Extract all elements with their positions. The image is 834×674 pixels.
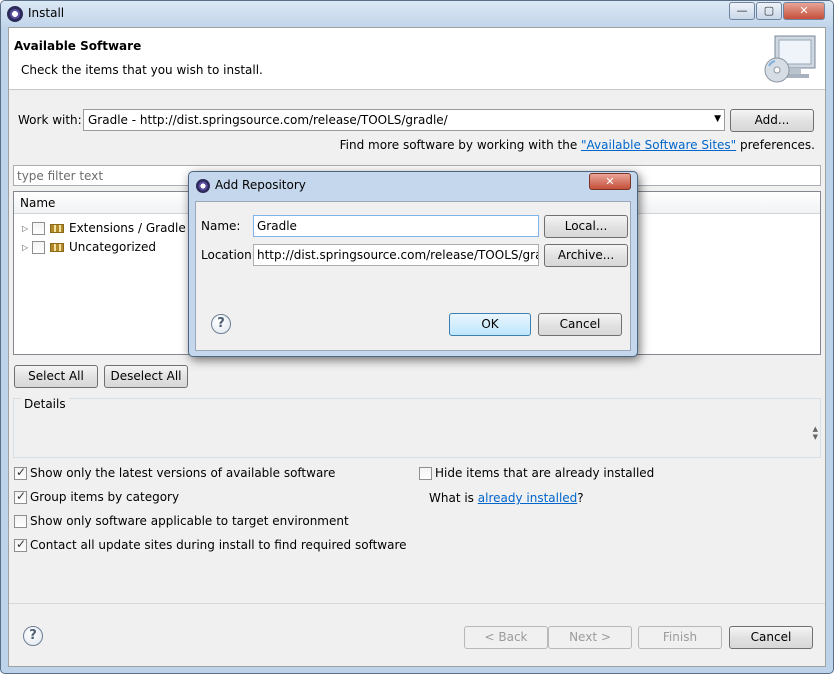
install-monitor-cd-icon [764,35,816,83]
column-name-header[interactable]: Name [20,196,55,210]
deselect-all-button[interactable]: Deselect All [104,365,188,388]
maximize-button[interactable]: ▢ [756,2,782,20]
group-by-category-checkbox[interactable] [14,489,27,504]
dialog-title: Add Repository [215,178,306,192]
ok-button[interactable]: OK [449,313,531,336]
dialog-body: Name: Gradle Local... Location: http://d… [195,201,631,351]
window-title: Install [28,6,65,20]
back-button[interactable]: < Back [464,626,548,649]
repository-name-input[interactable]: Gradle [253,215,539,237]
page-title: Available Software [14,39,142,53]
details-label: Details [21,397,69,411]
add-site-button[interactable]: Add... [730,109,814,132]
latest-versions-checkbox[interactable] [14,465,27,480]
option-latest-versions[interactable]: Show only the latest versions of availab… [14,465,336,480]
tree-item-label: Uncategorized [69,240,156,254]
dialog-close-button[interactable]: ✕ [589,173,631,190]
expand-arrow-icon[interactable]: ▷ [22,224,32,233]
tree-item-extensions[interactable]: ▷ Extensions / Gradle In [22,219,201,237]
category-icon [50,223,64,233]
expand-arrow-icon[interactable]: ▷ [22,243,32,252]
cancel-button[interactable]: Cancel [729,626,813,649]
tree-item-uncategorized[interactable]: ▷ Uncategorized [22,238,156,256]
contact-sites-checkbox[interactable] [14,537,27,552]
available-software-sites-link[interactable]: "Available Software Sites" [581,138,736,152]
option-hide-installed[interactable]: Hide items that are already installed [419,466,654,480]
find-more-text: Find more software by working with the "… [340,138,815,152]
header-banner: Available Software Check the items that … [9,28,825,90]
finish-button[interactable]: Finish [638,626,722,649]
option-group-by-category[interactable]: Group items by category [14,489,180,504]
location-label: Location: [201,248,256,262]
work-with-value: Gradle - http://dist.springsource.com/re… [88,113,448,127]
category-icon [50,242,64,252]
option-label: Show only the latest versions of availab… [30,466,336,480]
option-label: Group items by category [30,490,180,504]
already-installed-link[interactable]: already installed [478,491,578,505]
dialog-help-icon[interactable]: ? [211,314,231,334]
option-contact-sites[interactable]: Contact all update sites during install … [14,537,407,552]
repository-location-input[interactable]: http://dist.springsource.com/release/TOO… [253,244,539,266]
dialog-cancel-button[interactable]: Cancel [538,313,622,336]
option-label: Contact all update sites during install … [30,538,407,552]
minimize-button[interactable]: — [729,2,755,20]
find-more-suffix: preferences. [736,138,815,152]
details-scrollbar[interactable]: ▲ ▼ [813,425,818,441]
name-label: Name: [201,219,241,233]
close-button[interactable]: ✕ [783,2,825,20]
hide-installed-checkbox[interactable] [419,466,432,480]
find-more-prefix: Find more software by working with the [339,138,582,152]
option-label: Show only software applicable to target … [30,514,349,528]
what-is-suffix: ? [577,491,584,505]
help-icon[interactable]: ? [23,626,43,646]
archive-button[interactable]: Archive... [544,244,628,267]
what-is-installed-text: What is already installed? [429,491,584,505]
target-environment-checkbox[interactable] [14,514,27,528]
chevron-down-icon[interactable]: ▼ [714,114,721,124]
add-repository-dialog: Add Repository ✕ Name: Gradle Local... L… [188,171,638,357]
details-group: Details ▲ ▼ [13,397,821,458]
next-button[interactable]: Next > [548,626,632,649]
eclipse-icon [7,6,23,22]
footer-separator [9,603,825,604]
select-all-button[interactable]: Select All [14,365,98,388]
title-bar: Install — ▢ ✕ [1,1,833,27]
local-button[interactable]: Local... [544,215,628,238]
option-label: Hide items that are already installed [435,466,655,480]
what-is-prefix: What is [429,491,478,505]
tree-item-checkbox[interactable] [32,221,45,235]
page-subtitle: Check the items that you wish to install… [21,63,263,77]
work-with-label: Work with: [18,113,82,127]
tree-item-label: Extensions / Gradle In [69,221,201,235]
work-with-combo[interactable]: Gradle - http://dist.springsource.com/re… [83,109,725,131]
eclipse-icon [196,179,210,193]
option-target-environment[interactable]: Show only software applicable to target … [14,514,349,528]
tree-item-checkbox[interactable] [32,240,45,254]
